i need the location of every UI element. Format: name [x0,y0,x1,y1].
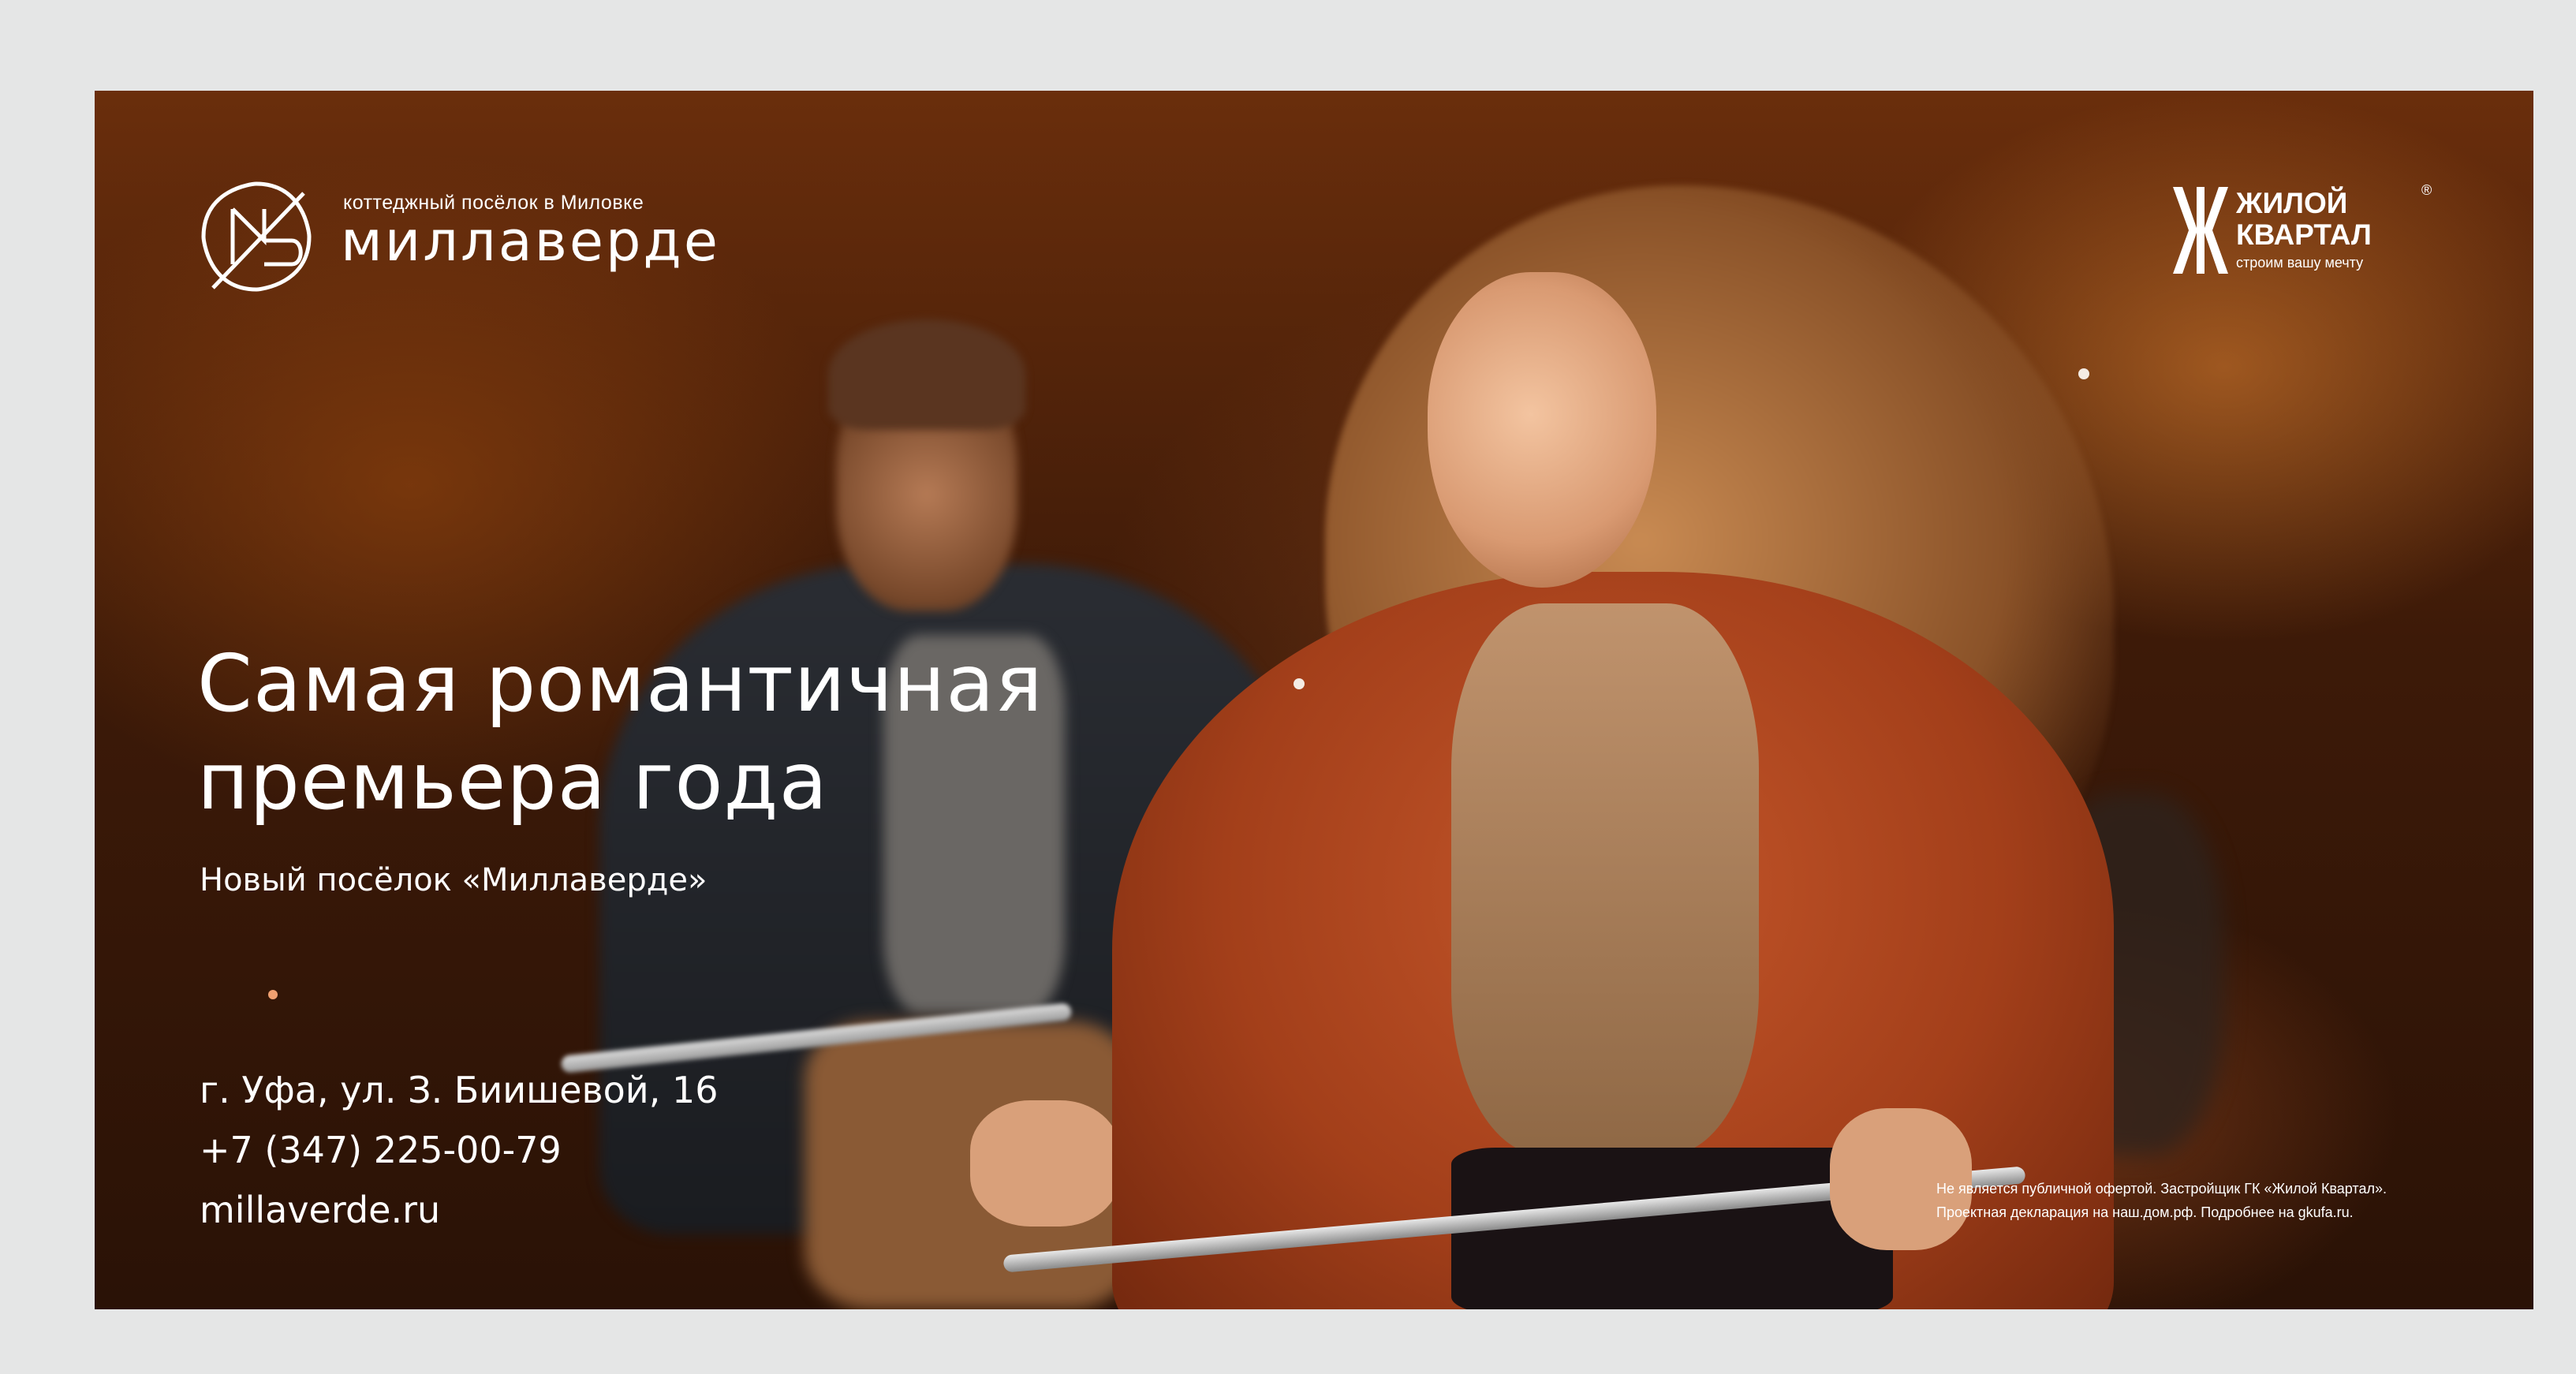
disclaimer-line2: Проектная декларация на наш.дом.рф. Подр… [1936,1204,2354,1220]
speck [268,990,278,999]
brand-name: миллаверде [341,209,720,274]
headline-line2: премьера года [197,735,828,827]
registered-mark: ® [2421,182,2432,198]
billboard: коттеджный посёлок в Миловке миллаверде … [95,91,2533,1309]
partner-logo: ЖИЛОЙ КВАРТАЛ строим вашу мечту ® [2173,179,2433,282]
partner-slogan: строим вашу мечту [2236,255,2364,271]
leaf-logo-icon [201,181,312,292]
phone-number: +7 (347) 225-00-79 [200,1129,562,1171]
headline-line1: Самая романтичная [197,637,1043,730]
woman-right-hand [1830,1108,1972,1250]
partner-name-line2: КВАРТАЛ [2236,218,2372,251]
woman-pants [1451,1148,1893,1309]
address: г. Уфа, ул. З. Биишевой, 16 [200,1069,719,1111]
website: millaverde.ru [200,1189,441,1231]
woman-face [1428,272,1656,588]
speck [1294,678,1305,689]
subheadline: Новый посёлок «Миллаверде» [200,862,707,898]
zh-letter-icon [2173,187,2228,274]
partner-name-line1: ЖИЛОЙ [2236,187,2348,219]
man-cap [828,319,1025,430]
speck [2078,368,2089,379]
woman-left-hand [970,1100,1120,1227]
disclaimer-line1: Не является публичной офертой. Застройщи… [1936,1181,2387,1197]
headline: Самая романтичная премьера года [197,635,1043,831]
woman-top [1451,603,1759,1156]
